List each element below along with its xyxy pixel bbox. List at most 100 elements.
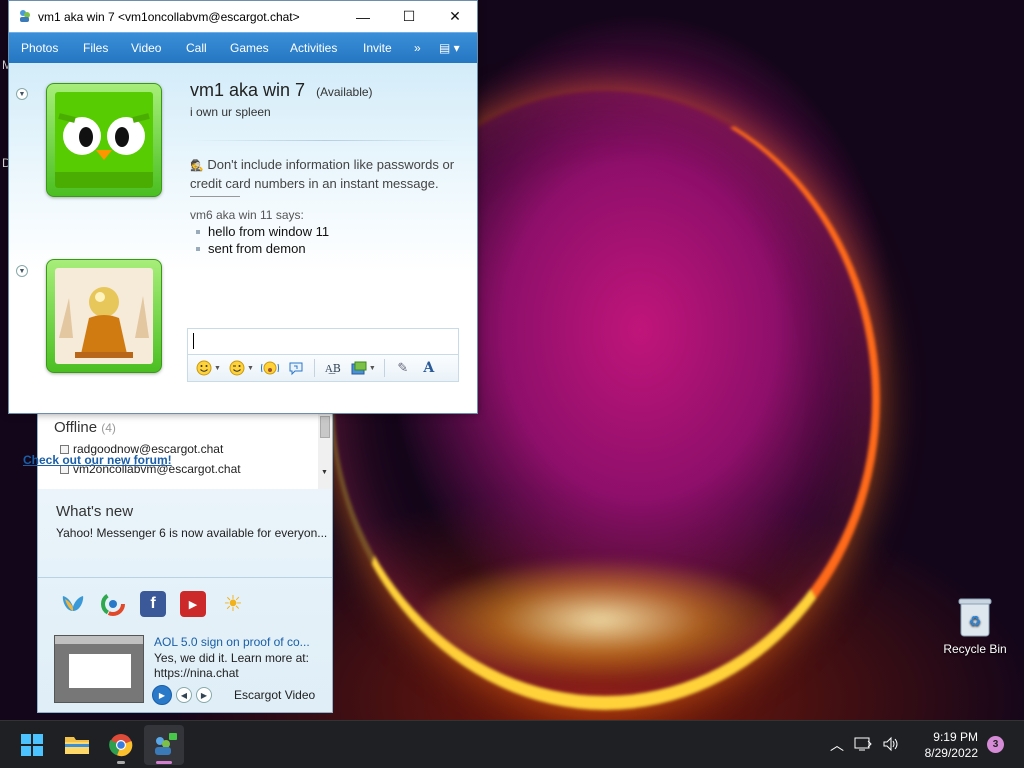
start-button[interactable] (12, 725, 52, 765)
message-text: sent from demon (208, 241, 306, 256)
wallpaper-glow (420, 560, 780, 680)
menu-invite[interactable]: Invite (363, 41, 392, 55)
maximize-button[interactable]: ☐ (386, 1, 432, 32)
messenger-app-icon (17, 8, 33, 24)
collapse-my-picture-icon[interactable]: ▼ (16, 265, 28, 277)
video-thumbnail[interactable] (54, 635, 144, 703)
chevron-down-icon[interactable]: ▼ (214, 365, 221, 372)
action-menu-bar: Photos Files Video Call Games Activities… (9, 32, 477, 63)
contact-status: (Available) (316, 85, 373, 99)
formatting-toolbar: ▼ ▼ A͟B ▼ ✎ A (187, 354, 459, 382)
desktop: M D ♻ Recycle Bin Offline (4) radgoodnow… (0, 0, 1024, 720)
forum-link[interactable]: Check out our new forum! (23, 453, 172, 467)
voice-clip-icon[interactable] (284, 357, 308, 379)
change-font-icon[interactable]: A͟B (321, 357, 345, 379)
chrome-icon (109, 734, 133, 757)
message-item: hello from window 11 (196, 224, 329, 239)
menu-activities[interactable]: Activities (290, 41, 337, 55)
emoticon-icon[interactable] (192, 357, 216, 379)
contact-list: Offline (4) radgoodnow@escargot.chat vm2… (38, 413, 318, 489)
handwriting-icon[interactable]: ✎ (391, 357, 415, 379)
notification-badge[interactable]: 3 (987, 736, 1004, 753)
chevron-up-icon[interactable]: ︿ (830, 735, 844, 755)
whats-new-text[interactable]: Yahoo! Messenger 6 is now available for … (56, 526, 327, 540)
security-warning-text: Don't include information like passwords… (190, 157, 455, 191)
show-menu-icon[interactable]: ▤ ▾ (439, 41, 460, 55)
service-icons: f ▶ ☀ (60, 591, 246, 617)
nudge-icon[interactable] (258, 357, 282, 379)
contact-display-picture[interactable] (46, 83, 162, 197)
title-bar[interactable]: vm1 aka win 7 <vm1oncollabvm@escargot.ch… (9, 1, 477, 32)
facebook-icon[interactable]: f (140, 591, 166, 617)
video-description: Yes, we did it. Learn more at: https://n… (154, 651, 309, 680)
whats-new-title: What's new (56, 503, 134, 520)
chevron-down-icon[interactable]: ▼ (369, 365, 376, 372)
toolbar-separator (313, 359, 315, 377)
message-item: sent from demon (196, 241, 306, 256)
video-title-link[interactable]: AOL 5.0 sign on proof of co... (154, 635, 310, 649)
running-indicator (117, 761, 125, 764)
warning-divider (190, 196, 240, 197)
text-caret (193, 333, 194, 349)
system-tray: ︿ (830, 721, 900, 768)
clock[interactable]: 9:19 PM 8/29/2022 (918, 729, 978, 761)
contact-name: vm1 aka win 7 (Available) (190, 80, 373, 101)
menu-games[interactable]: Games (230, 41, 269, 55)
font-icon[interactable]: A (417, 357, 441, 379)
svg-text:♻: ♻ (969, 614, 982, 630)
weather-sun-icon[interactable]: ☀ (220, 591, 246, 617)
chevron-down-icon[interactable]: ▼ (247, 365, 254, 372)
group-count: (4) (101, 421, 116, 435)
thumbnail-dialog (69, 654, 131, 688)
message-text: hello from window 11 (208, 224, 330, 239)
my-display-picture[interactable] (46, 259, 162, 373)
recycle-bin-graphic: ♻ (957, 596, 993, 638)
thumbnail-titlebar (55, 636, 143, 644)
volume-icon[interactable] (882, 736, 900, 755)
menu-files[interactable]: Files (83, 41, 108, 55)
video-source: Escargot Video (234, 688, 316, 702)
menu-more[interactable]: » (414, 41, 421, 55)
owl-avatar (55, 92, 153, 188)
conversation-body: ▼ ▼ vm1 aka win 7 (Available) i own ur s… (9, 63, 477, 467)
recycle-bin-icon[interactable]: ♻ Recycle Bin (940, 596, 1010, 656)
bullet-icon (196, 229, 200, 234)
conversation-window: vm1 aka win 7 <vm1oncollabvm@escargot.ch… (8, 0, 478, 467)
play-icon[interactable]: ▶ (152, 685, 172, 705)
clock-date: 8/29/2022 (924, 746, 978, 760)
menu-photos[interactable]: Photos (21, 41, 58, 55)
group-name: Offline (54, 419, 98, 436)
video-controls: ▶ ◀ ▶ Escargot Video (152, 685, 315, 705)
wink-icon[interactable] (225, 357, 249, 379)
collapse-contact-picture-icon[interactable]: ▼ (16, 88, 28, 100)
previous-icon[interactable]: ◀ (176, 687, 192, 703)
taskbar: ︿ 9:19 PM 8/29/2022 (0, 720, 1024, 768)
youtube-icon[interactable]: ▶ (180, 591, 206, 617)
messenger-taskbar-button[interactable] (144, 725, 184, 765)
butterfly-icon[interactable] (60, 591, 86, 617)
contact-display-name: vm1 aka win 7 (190, 80, 306, 100)
browser-c-icon[interactable] (100, 591, 126, 617)
scroll-down-arrow-icon[interactable]: ▼ (321, 469, 328, 476)
recycle-bin-label: Recycle Bin (943, 642, 1007, 656)
header-divider (190, 140, 460, 141)
network-icon[interactable] (854, 736, 872, 755)
toolbar-separator (383, 359, 385, 377)
menu-call[interactable]: Call (186, 41, 207, 55)
minimize-button[interactable]: — (340, 1, 386, 32)
folder-icon (65, 737, 89, 754)
close-button[interactable]: ✕ (432, 1, 478, 32)
window-title: vm1 aka win 7 <vm1oncollabvm@escargot.ch… (38, 10, 300, 24)
file-explorer-button[interactable] (57, 725, 97, 765)
scrollbar-thumb[interactable] (320, 416, 330, 438)
chrome-button[interactable] (101, 725, 141, 765)
messenger-icon (155, 733, 177, 755)
background-icon[interactable] (347, 357, 371, 379)
menu-video[interactable]: Video (131, 41, 161, 55)
contact-personal-message: i own ur spleen (190, 105, 271, 119)
next-icon[interactable]: ▶ (196, 687, 212, 703)
contact-list-scrollbar[interactable]: ▼ (318, 413, 332, 489)
group-header-offline[interactable]: Offline (4) (54, 419, 116, 436)
chess-pawn-avatar (55, 268, 153, 364)
sender-line: vm6 aka win 11 says: (190, 208, 304, 222)
